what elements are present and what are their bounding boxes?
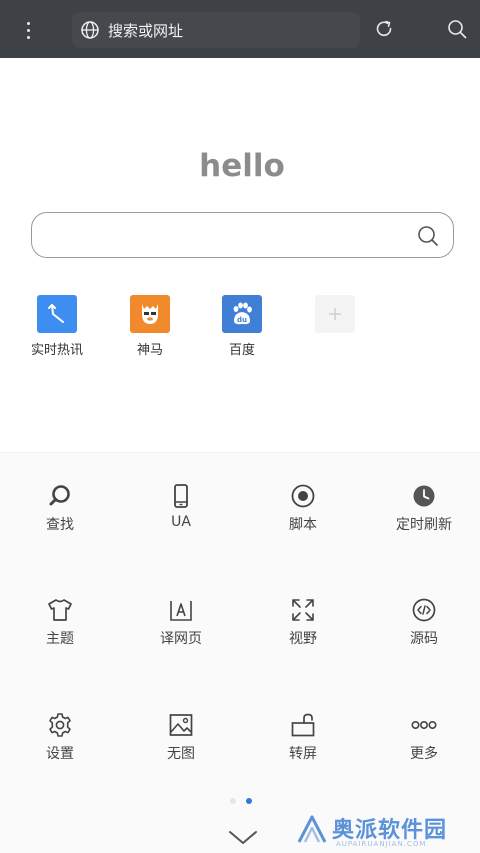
menu-item-rotate[interactable]: 转屏 [243, 712, 363, 763]
menu-item-label: 查找 [46, 517, 74, 533]
shortcut-label: 实时热讯 [30, 343, 83, 358]
menu-item-no-image[interactable]: 无图 [121, 712, 241, 763]
menu-item-find[interactable]: 查找 [0, 483, 120, 534]
gear-icon [49, 713, 71, 737]
more-icon [411, 721, 437, 730]
globe-icon [81, 21, 99, 39]
menu-item-theme[interactable]: 主题 [0, 597, 120, 648]
menu-item-script[interactable]: 脚本 [243, 483, 363, 534]
menu-item-label: 转屏 [289, 746, 317, 762]
menu-item-label: 设置 [46, 746, 74, 762]
page-dot-1[interactable] [230, 798, 236, 804]
menu-item-label: UA [171, 514, 191, 530]
menu-item-label: 译网页 [160, 631, 202, 647]
menu-item-more[interactable]: 更多 [364, 712, 480, 763]
menu-item-label: 源码 [410, 631, 438, 647]
tile [315, 295, 355, 333]
page-dot-2[interactable] [246, 798, 252, 804]
svg-text:du: du [237, 316, 247, 324]
translate-icon [170, 601, 192, 621]
search-icon[interactable] [447, 19, 467, 39]
watermark-logo-icon [297, 815, 327, 843]
menu-item-settings[interactable]: 设置 [0, 712, 120, 763]
page-indicator[interactable] [230, 798, 254, 806]
shortcut-label: 百度 [228, 343, 255, 358]
watermark-subtext: AUPAIRUANJIAN.COM [336, 840, 427, 848]
menu-item-label: 更多 [410, 746, 438, 762]
tile [130, 295, 170, 333]
shortcut-shenma[interactable]: 神马 [108, 295, 192, 358]
code-icon [412, 598, 436, 622]
arrow-icon [48, 304, 64, 323]
baidu-paw-icon: du [233, 302, 252, 325]
watermark: 奥派软件园 AUPAIRUANJIAN.COM [296, 812, 476, 848]
add-icon [329, 308, 341, 320]
script-icon [291, 484, 315, 508]
menu-item-label: 定时刷新 [396, 517, 452, 533]
menu-item-label: 无图 [167, 746, 195, 762]
menu-item-label: 主题 [46, 631, 74, 647]
menu-item-source[interactable]: 源码 [364, 597, 480, 648]
url-bar[interactable]: 搜索或网址 [72, 12, 360, 48]
tile [37, 295, 77, 333]
url-placeholder: 搜索或网址 [108, 21, 184, 40]
home-logo: hello [199, 148, 285, 184]
menu-item-timed-refresh[interactable]: 定时刷新 [364, 483, 480, 534]
shortcut-add[interactable] [293, 295, 377, 339]
menu-dots-icon[interactable] [18, 12, 38, 48]
find-icon [49, 485, 70, 506]
menu-item-view[interactable]: 视野 [243, 597, 363, 648]
expand-icon [292, 599, 314, 621]
menu-item-label: 脚本 [289, 517, 317, 533]
image-icon [169, 714, 193, 736]
tshirt-icon [48, 599, 72, 621]
shortcut-label: 神马 [136, 343, 163, 358]
refresh-icon[interactable] [374, 19, 394, 39]
shortcut-realtime-news[interactable]: 实时热讯 [15, 295, 99, 358]
quick-links: 实时热讯 神马 du 百度 [0, 295, 480, 365]
top-toolbar: 搜索或网址 [0, 0, 480, 58]
phone-icon [174, 484, 188, 508]
rotate-lock-icon [291, 713, 315, 737]
home-search-input[interactable] [31, 212, 454, 258]
shortcut-baidu[interactable]: du 百度 [200, 295, 284, 358]
clock-icon [413, 485, 435, 507]
chevron-down-icon[interactable] [228, 830, 258, 846]
menu-item-translate[interactable]: 译网页 [121, 597, 241, 648]
search-icon[interactable] [417, 225, 439, 247]
menu-item-ua[interactable]: UA [121, 483, 241, 530]
alpaca-icon [142, 304, 158, 324]
tile: du [222, 295, 262, 333]
menu-item-label: 视野 [289, 631, 317, 647]
